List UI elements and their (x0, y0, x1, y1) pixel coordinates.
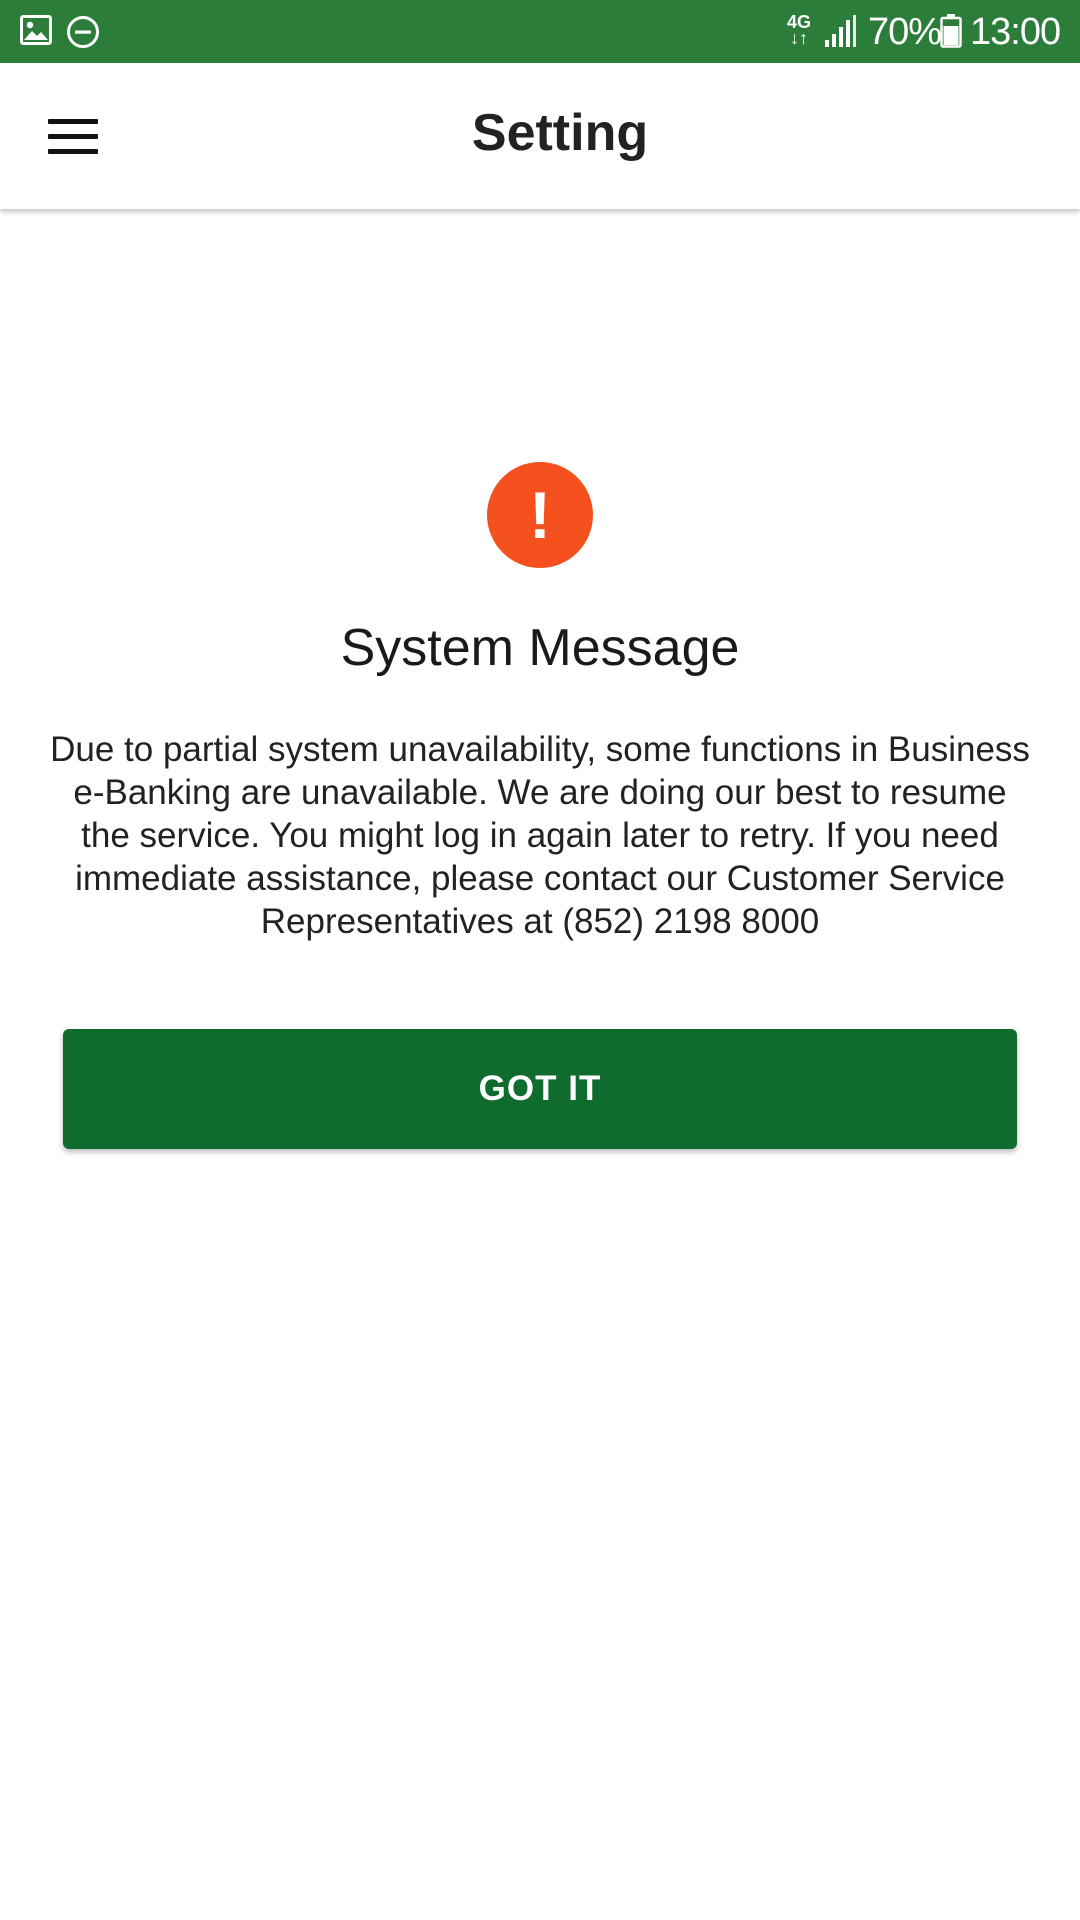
network-type-label: 4G (786, 12, 811, 32)
page-title: Setting (471, 104, 649, 162)
do-not-disturb-icon (67, 16, 99, 48)
image-icon (20, 15, 52, 45)
got-it-button[interactable]: GOT IT (63, 1029, 1017, 1149)
message-body: Due to partial system unavailability, so… (50, 730, 1030, 941)
app-bar: Setting (0, 63, 1080, 209)
battery-icon (940, 14, 962, 48)
alert-icon: ! (487, 462, 593, 568)
battery-level: 70% (868, 11, 942, 53)
message-title: System Message (340, 619, 740, 677)
clock: 13:00 (970, 11, 1061, 53)
screen: 4G ↓↑ 70% 13:00 Setting ! System Message… (0, 0, 1080, 1920)
system-message-panel: ! System Message Due to partial system u… (0, 209, 1080, 1920)
status-bar: 4G ↓↑ 70% 13:00 (0, 0, 1080, 63)
network-4g-icon: 4G ↓↑ (786, 12, 811, 48)
signal-icon (825, 15, 856, 47)
